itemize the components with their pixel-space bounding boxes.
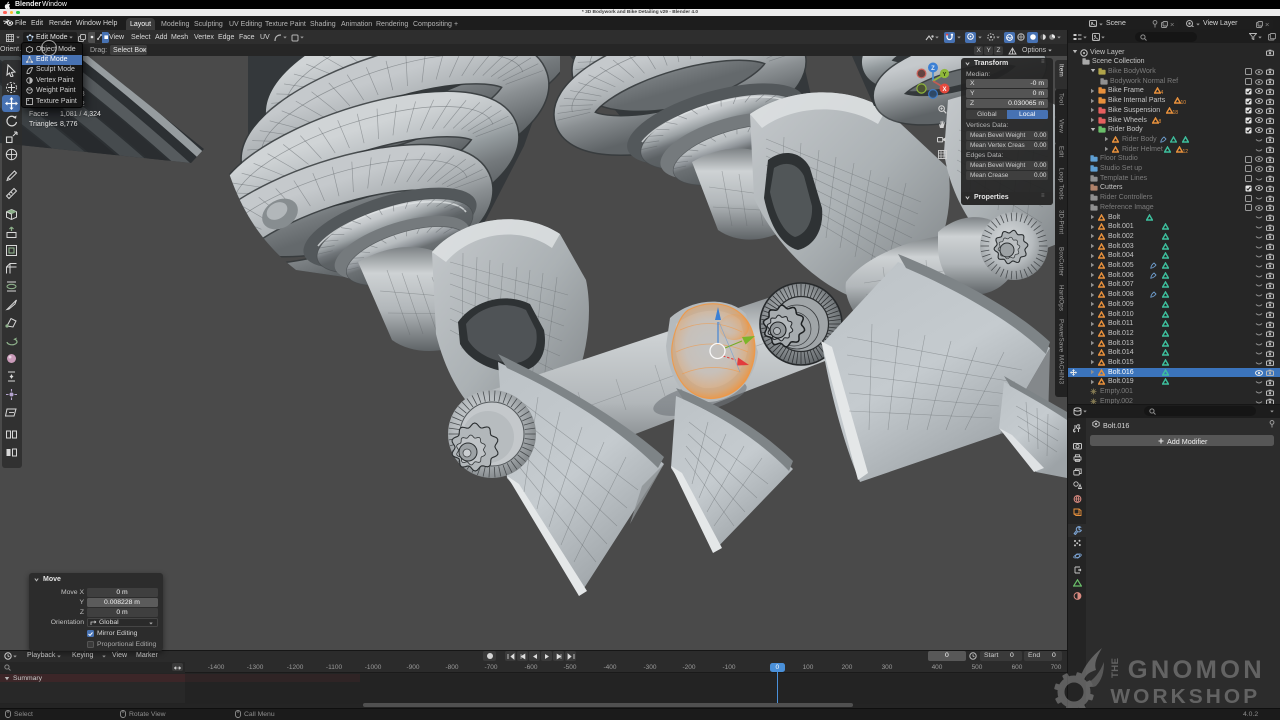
svg-text:GNOMON: GNOMON [1128, 656, 1265, 684]
svg-text:WORKSHOP: WORKSHOP [1110, 685, 1260, 708]
svg-text:Y: Y [943, 72, 947, 78]
svg-text:Z: Z [931, 66, 935, 72]
svg-text:THE: THE [1110, 658, 1121, 679]
svg-text:X: X [942, 87, 946, 93]
